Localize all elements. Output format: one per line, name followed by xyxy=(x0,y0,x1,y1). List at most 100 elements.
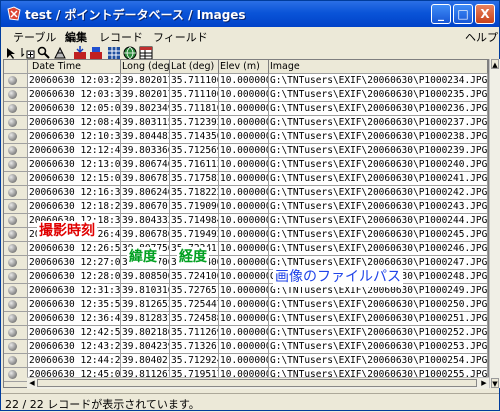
cell-elevation[interactable]: 10.000000 xyxy=(219,88,269,102)
cell-elevation[interactable]: 10.000000 xyxy=(219,340,269,354)
table-row[interactable]: 20060630 12:27:0539.80770035.72240010.00… xyxy=(4,256,488,270)
find-icon[interactable] xyxy=(37,46,51,60)
cell-date-time[interactable]: 20060630 12:36:48 xyxy=(28,312,121,326)
cell-elevation[interactable]: 10.000000 xyxy=(219,200,269,214)
table-row[interactable]: 20060630 12:12:41 39.803366 35.712569 10.00… xyxy=(4,144,488,158)
table-row[interactable]: 20060630 12:18:27 39.806701 35.719090 10.00… xyxy=(4,200,488,214)
scroll-right-arrow-icon[interactable]: ▶ xyxy=(479,378,489,388)
cell-latitude[interactable]: 35.712569 xyxy=(170,144,219,158)
cell-longitude[interactable]: 39.806787 xyxy=(121,172,170,186)
cell-elevation[interactable]: 10.000000 xyxy=(219,326,269,340)
cell-date-time[interactable]: 20060630 12:42:57 xyxy=(28,326,121,340)
horizontal-scroll-thumb[interactable] xyxy=(37,379,477,387)
row-selector[interactable] xyxy=(4,340,28,354)
cell-date-time[interactable]: 20060630 12:12:41 xyxy=(28,144,121,158)
cell-elevation[interactable]: 10.000000 xyxy=(219,214,269,228)
cell-image-path[interactable]: G:\TNTusers\EXIF\20060630\P1000243.JPG xyxy=(269,200,488,214)
cell-longitude[interactable]: 39.804239 xyxy=(121,340,170,354)
cell-longitude[interactable]: 39.802017 xyxy=(121,88,170,102)
row-selector[interactable] xyxy=(4,368,28,382)
cell-elevation[interactable]: 10.000000 xyxy=(219,130,269,144)
cell-longitude[interactable]: 39.808500 xyxy=(121,270,170,284)
cell-date-time[interactable]: 20060630 12:03:35 xyxy=(28,88,121,102)
table-row[interactable]: 20060630 12:15:00 39.806787 35.717583 10.00… xyxy=(4,172,488,186)
cell-latitude[interactable]: 35.719090 xyxy=(170,200,219,214)
cell-date-time[interactable]: 20060630 12:27:05 xyxy=(28,256,121,270)
header-longitude[interactable]: Long (deg xyxy=(121,60,170,74)
cell-latitude[interactable]: 35.724588 xyxy=(170,312,219,326)
cell-date-time[interactable]: 20060630 12:18:27 xyxy=(28,200,121,214)
row-selector[interactable] xyxy=(4,298,28,312)
cell-date-time[interactable]: 20060630 12:16:37 xyxy=(28,186,121,200)
table-row[interactable]: 20060630 12:13:00 39.806746 35.716113 10.00… xyxy=(4,158,488,172)
cell-latitude[interactable]: 35.719492 xyxy=(170,228,219,242)
cell-elevation[interactable]: 10.000000 xyxy=(219,74,269,88)
grid-view-icon[interactable] xyxy=(107,46,121,60)
row-selector[interactable] xyxy=(4,284,28,298)
table-row[interactable]: 20060630 12:05:04 39.802349 35.711810 10.00… xyxy=(4,102,488,116)
row-selector[interactable] xyxy=(4,102,28,116)
table-row[interactable]: 20060630 12:26:5539.80775635.72241110.00… xyxy=(4,242,488,256)
cell-latitude[interactable]: 35.727651 xyxy=(170,284,219,298)
cell-date-time[interactable]: 20060630 12:10:37 xyxy=(28,130,121,144)
row-selector[interactable] xyxy=(4,326,28,340)
cell-longitude[interactable]: 39.802349 xyxy=(121,102,170,116)
cell-latitude[interactable]: 35.711810 xyxy=(170,102,219,116)
cell-longitude[interactable]: 39.806240 xyxy=(121,186,170,200)
cell-date-time[interactable]: 20060630 12:35:59 xyxy=(28,298,121,312)
import-icon[interactable] xyxy=(73,46,87,60)
menu-field[interactable]: フィールド xyxy=(153,29,208,45)
row-selector[interactable] xyxy=(4,186,28,200)
row-selector[interactable] xyxy=(4,116,28,130)
header-date-time[interactable]: Date Time xyxy=(28,60,121,74)
cell-date-time[interactable]: 20060630 12:03:21 xyxy=(28,74,121,88)
cell-latitude[interactable]: 35.718222 xyxy=(170,186,219,200)
cell-image-path[interactable]: G:\TNTusers\EXIF\20060630\P1000244.JPG xyxy=(269,214,488,228)
cell-image-path[interactable]: G:\TNTusers\EXIF\20060630\P1000242.JPG xyxy=(269,186,488,200)
cell-elevation[interactable]: 10.000000 xyxy=(219,172,269,186)
row-selector[interactable] xyxy=(4,158,28,172)
row-selector[interactable] xyxy=(4,88,28,102)
cell-elevation[interactable]: 10.000000 xyxy=(219,284,269,298)
cell-date-time[interactable]: 20060630 12:05:04 xyxy=(28,102,121,116)
scroll-down-arrow-icon[interactable]: ▼ xyxy=(491,378,499,388)
cell-elevation[interactable]: 10.000000 xyxy=(219,298,269,312)
cell-date-time[interactable]: 20060630 12:44:22 xyxy=(28,354,121,368)
cell-image-path[interactable]: G:\TNTusers\EXIF\20060630\P1000237.JPG xyxy=(269,116,488,130)
table-row[interactable]: 20060630 12:16:37 39.806240 35.718222 10.00… xyxy=(4,186,488,200)
cell-image-path[interactable]: G:\TNTusers\EXIF\20060630\P1000238.JPG xyxy=(269,130,488,144)
row-selector[interactable] xyxy=(4,74,28,88)
cell-longitude[interactable]: 39.803366 xyxy=(121,144,170,158)
row-selector[interactable] xyxy=(4,228,28,242)
cell-elevation[interactable]: 10.000000 xyxy=(219,102,269,116)
menu-edit[interactable]: 編集 xyxy=(65,29,87,45)
scroll-left-arrow-icon[interactable]: ◀ xyxy=(27,378,37,388)
cell-latitude[interactable]: 35.716113 xyxy=(170,158,219,172)
row-selector[interactable] xyxy=(4,144,28,158)
title-bar[interactable]: test / ポイントデータベース / Images _ □ X xyxy=(1,1,499,27)
cell-image-path[interactable]: G:\TNTusers\EXIF\20060630\P1000251.JPG xyxy=(269,312,488,326)
table-row[interactable]: 20060630 12:35:59 39.812653 35.725447 10.00… xyxy=(4,298,488,312)
cell-elevation[interactable]: 10.000000 xyxy=(219,312,269,326)
cell-elevation[interactable]: 10.000000 xyxy=(219,144,269,158)
cell-image-path[interactable]: G:\TNTusers\EXIF\20060630\P1000241.JPG xyxy=(269,172,488,186)
cell-elevation[interactable]: 10.000000 xyxy=(219,270,269,284)
cell-longitude[interactable]: 39.806701 xyxy=(121,200,170,214)
cell-latitude[interactable]: 35.711100 xyxy=(170,88,219,102)
header-image[interactable]: Image xyxy=(269,60,488,74)
cell-elevation[interactable]: 10.000000 xyxy=(219,256,269,270)
cell-longitude[interactable]: 39.802180 xyxy=(121,326,170,340)
cell-latitude[interactable]: 35.712924 xyxy=(170,354,219,368)
cell-date-time[interactable]: 20060630 12:28:07 xyxy=(28,270,121,284)
scroll-up-arrow-icon[interactable]: ▲ xyxy=(491,59,499,69)
cell-longitude[interactable]: 39.804021 xyxy=(121,354,170,368)
table-row[interactable]: 20060630 12:08:41 39.803115 35.712392 10.00… xyxy=(4,116,488,130)
cell-image-path[interactable]: G:\TNTusers\EXIF\20060630\P1000246.JPG xyxy=(269,242,488,256)
table-row[interactable]: 20060630 12:44:22 39.804021 35.712924 10.00… xyxy=(4,354,488,368)
cell-longitude[interactable]: 39.802017 xyxy=(121,74,170,88)
cell-latitude[interactable]: 35.724100 xyxy=(170,270,219,284)
header-latitude[interactable]: Lat (deg) xyxy=(170,60,219,74)
cell-image-path[interactable]: G:\TNTusers\EXIF\20060630\P1000235.JPG xyxy=(269,88,488,102)
cell-elevation[interactable]: 10.000000 xyxy=(219,186,269,200)
row-selector[interactable] xyxy=(4,172,28,186)
